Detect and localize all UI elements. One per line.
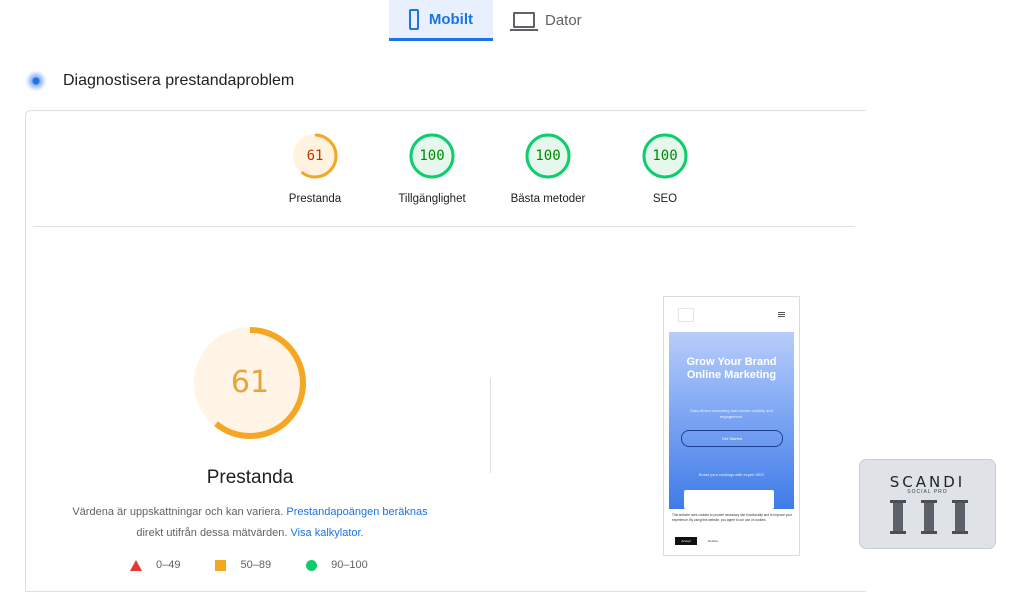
- divider: [33, 226, 855, 227]
- hero-boost-text: Boost your rankings with expert SEO: [698, 472, 765, 477]
- hero-cta: Get Started: [681, 430, 783, 447]
- desc-text-2: direkt utifrån dessa mätvärden.: [136, 527, 288, 539]
- score-label: Bästa metoder: [510, 193, 586, 205]
- score-ring: 100: [525, 133, 571, 179]
- page-screenshot[interactable]: Grow Your Brand Online Marketing Data-dr…: [663, 296, 800, 556]
- laptop-icon: [510, 12, 538, 31]
- performance-score: 61: [230, 365, 270, 400]
- watermark-tagline: SOCIAL PRO: [907, 489, 948, 495]
- cookie-text: This website uses cookies to provide nec…: [672, 513, 792, 522]
- vertical-separator: [490, 378, 491, 473]
- legend-average: 50–89: [215, 559, 271, 571]
- hero-subtext: Data-driven marketing that boosts visibi…: [690, 408, 773, 419]
- tab-mobile[interactable]: Mobilt: [389, 0, 493, 41]
- device-tabs: Mobilt Dator: [389, 0, 602, 42]
- diagnostics-icon: [25, 70, 47, 92]
- cookie-decline: Decline: [708, 539, 719, 543]
- legend-fail-range: 0–49: [156, 559, 181, 571]
- score-gauge-seo[interactable]: 100 SEO: [610, 133, 720, 205]
- score-value: 100: [419, 148, 445, 164]
- tab-mobile-label: Mobilt: [428, 10, 473, 28]
- score-value: 61: [306, 148, 324, 164]
- performance-gauge: 61: [192, 325, 308, 441]
- legend-average-range: 50–89: [240, 559, 272, 571]
- legend-fail: 0–49: [130, 559, 180, 571]
- pillar-icon: [952, 500, 968, 534]
- hero-card: [684, 490, 774, 509]
- score-gauge-bästa-metoder[interactable]: 100 Bästa metoder: [493, 133, 603, 205]
- score-gauge-tillgänglighet[interactable]: 100 Tillgänglighet: [377, 133, 487, 205]
- score-label: SEO: [652, 193, 678, 205]
- diagnose-header: Diagnostisera prestandaproblem: [25, 70, 294, 92]
- scandi-watermark: SCANDI SOCIAL PRO: [860, 460, 995, 548]
- section-title: Diagnostisera prestandaproblem: [63, 72, 295, 89]
- desc-text: Värdena är uppskattningar och kan varier…: [72, 506, 284, 518]
- performance-description: Värdena är uppskattningar och kan varier…: [60, 502, 440, 544]
- score-legend: 0–49 50–89 90–100: [130, 559, 368, 571]
- pillar-icon: [921, 500, 937, 534]
- score-label: Tillgänglighet: [398, 193, 466, 205]
- score-value: 100: [535, 148, 561, 164]
- legend-pass: 90–100: [306, 559, 368, 571]
- triangle-icon: [130, 559, 142, 571]
- square-icon: [215, 559, 227, 571]
- hero-headline: Grow Your Brand Online Marketing: [686, 356, 777, 381]
- site-hero: Grow Your Brand Online Marketing Data-dr…: [669, 332, 794, 509]
- score-calc-link[interactable]: Prestandapoängen beräknas: [286, 506, 427, 518]
- calculator-link[interactable]: Visa kalkylator.: [290, 527, 363, 539]
- site-logo: [678, 308, 694, 322]
- menu-icon: [778, 312, 785, 313]
- score-gauge-prestanda[interactable]: 61 Prestanda: [260, 133, 370, 205]
- score-ring: 61: [292, 133, 338, 179]
- smartphone-icon: [409, 8, 419, 30]
- pillar-icon: [890, 500, 906, 534]
- legend-pass-range: 90–100: [331, 559, 368, 571]
- cookie-accept: Accept: [675, 537, 697, 545]
- circle-icon: [306, 559, 318, 571]
- tab-desktop[interactable]: Dator: [493, 0, 602, 40]
- score-ring: 100: [642, 133, 688, 179]
- site-header: [664, 297, 799, 332]
- score-label: Prestanda: [288, 193, 342, 205]
- tab-desktop-label: Dator: [545, 11, 582, 29]
- score-value: 100: [652, 148, 678, 164]
- score-ring: 100: [409, 133, 455, 179]
- performance-label: Prestanda: [206, 467, 294, 488]
